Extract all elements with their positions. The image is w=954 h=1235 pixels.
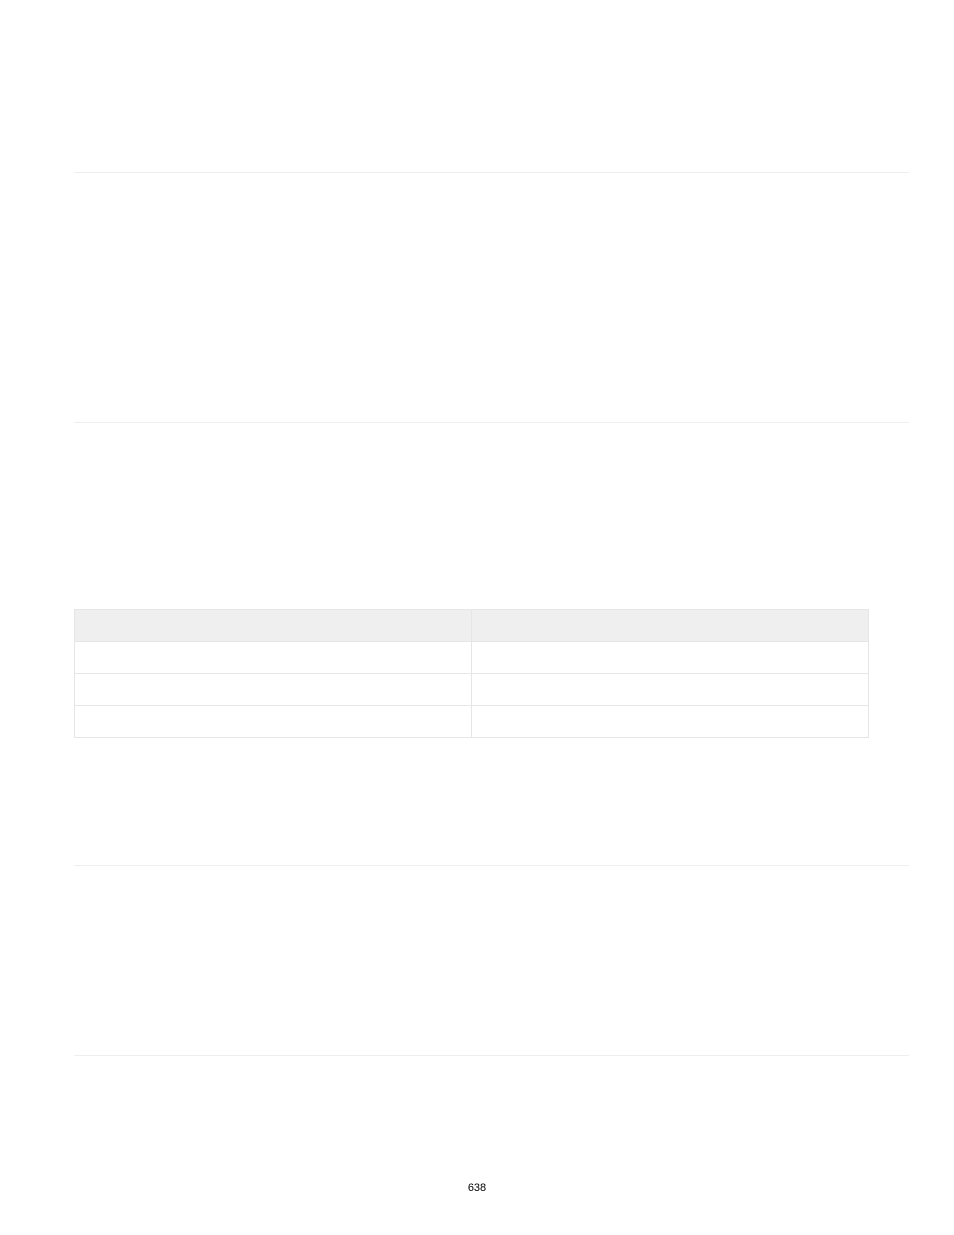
table-row bbox=[75, 674, 869, 706]
table-header-cell bbox=[472, 610, 869, 642]
horizontal-rule bbox=[74, 1055, 909, 1056]
table-cell bbox=[75, 674, 472, 706]
table-cell bbox=[472, 642, 869, 674]
table-cell bbox=[75, 706, 472, 738]
document-page: 638 bbox=[0, 0, 954, 1235]
table-cell bbox=[472, 674, 869, 706]
data-table bbox=[74, 609, 869, 738]
table-cell bbox=[472, 706, 869, 738]
table-row bbox=[75, 642, 869, 674]
table-cell bbox=[75, 642, 472, 674]
table-header-cell bbox=[75, 610, 472, 642]
horizontal-rule bbox=[74, 172, 909, 173]
horizontal-rule bbox=[74, 422, 909, 423]
horizontal-rule bbox=[74, 865, 909, 866]
page-number: 638 bbox=[0, 1182, 954, 1194]
table-header-row bbox=[75, 610, 869, 642]
table-row bbox=[75, 706, 869, 738]
